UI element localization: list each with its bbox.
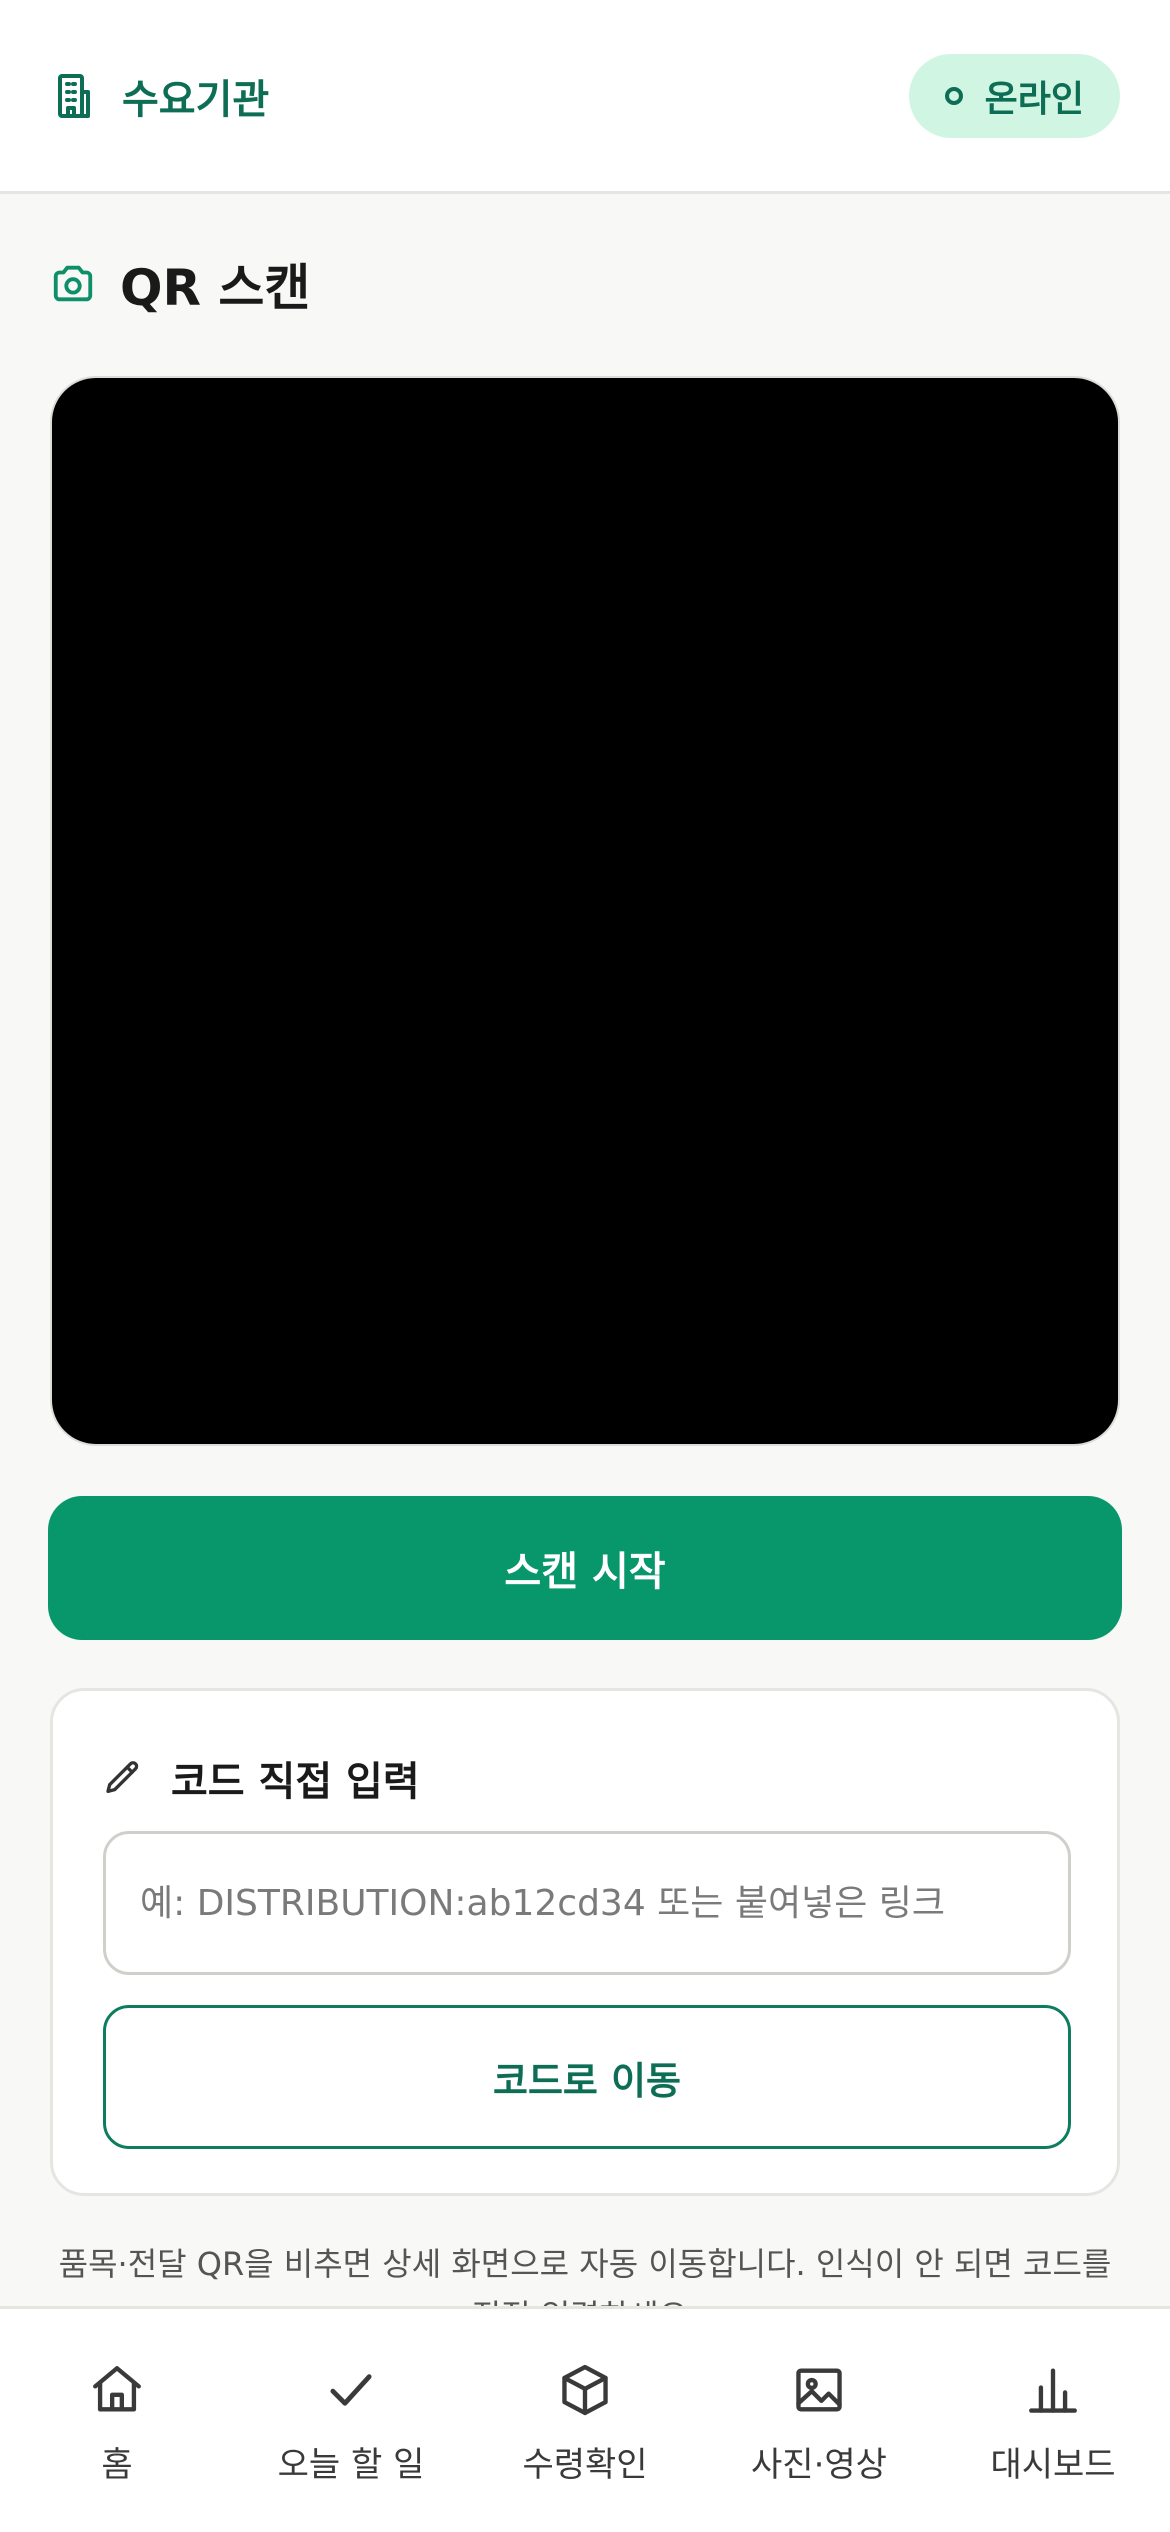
nav-label-today-tasks: 오늘 할 일: [277, 2445, 425, 2485]
top-header: 수요기관 온라인: [0, 0, 1170, 194]
status-dot-icon: [944, 86, 963, 105]
online-status-badge: 온라인: [908, 53, 1120, 138]
brand: 수요기관: [50, 67, 269, 125]
nav-item-dashboard[interactable]: 대시보드: [936, 2361, 1170, 2486]
camera-icon: [50, 261, 96, 307]
nav-item-media[interactable]: 사진·영상: [702, 2361, 936, 2486]
nav-item-home[interactable]: 홈: [0, 2361, 234, 2486]
start-scan-button[interactable]: 스캔 시작: [48, 1496, 1122, 1640]
nav-label-dashboard: 대시보드: [990, 2445, 1116, 2485]
manual-entry-header: 코드 직접 입력: [103, 1749, 420, 1807]
nav-item-receipt[interactable]: 수령확인: [468, 2361, 702, 2486]
nav-label-media: 사진·영상: [751, 2445, 887, 2485]
status-label: 온라인: [984, 78, 1084, 120]
box-icon: [556, 2361, 614, 2419]
bar-chart-icon: [1024, 2361, 1082, 2419]
app-screen: 수요기관 온라인 QR 스캔 스캔 시작 코드 직접 입력 예: DISTRIB…: [0, 0, 1170, 2532]
bottom-nav: 홈 오늘 할 일 수령확인 사진·영상 대시보드: [0, 2306, 1170, 2532]
building-icon: [50, 72, 98, 120]
manual-entry-title: 코드 직접 입력: [171, 1759, 420, 1805]
pencil-icon: [103, 1758, 143, 1798]
manual-entry-card: 코드 직접 입력 코드로 이동: [50, 1688, 1120, 2196]
page-title: QR 스캔: [120, 259, 311, 317]
qr-scan-heading: QR 스캔: [50, 248, 310, 320]
check-icon: [322, 2361, 380, 2419]
nav-label-home: 홈: [101, 2445, 133, 2485]
camera-preview[interactable]: [50, 376, 1120, 1446]
home-icon: [88, 2361, 146, 2419]
nav-item-today-tasks[interactable]: 오늘 할 일: [234, 2361, 468, 2486]
image-icon: [790, 2361, 848, 2419]
code-input[interactable]: [103, 1831, 1071, 1975]
app-title: 수요기관: [122, 76, 270, 123]
go-to-code-button[interactable]: 코드로 이동: [103, 2005, 1071, 2149]
nav-label-receipt: 수령확인: [522, 2445, 648, 2485]
